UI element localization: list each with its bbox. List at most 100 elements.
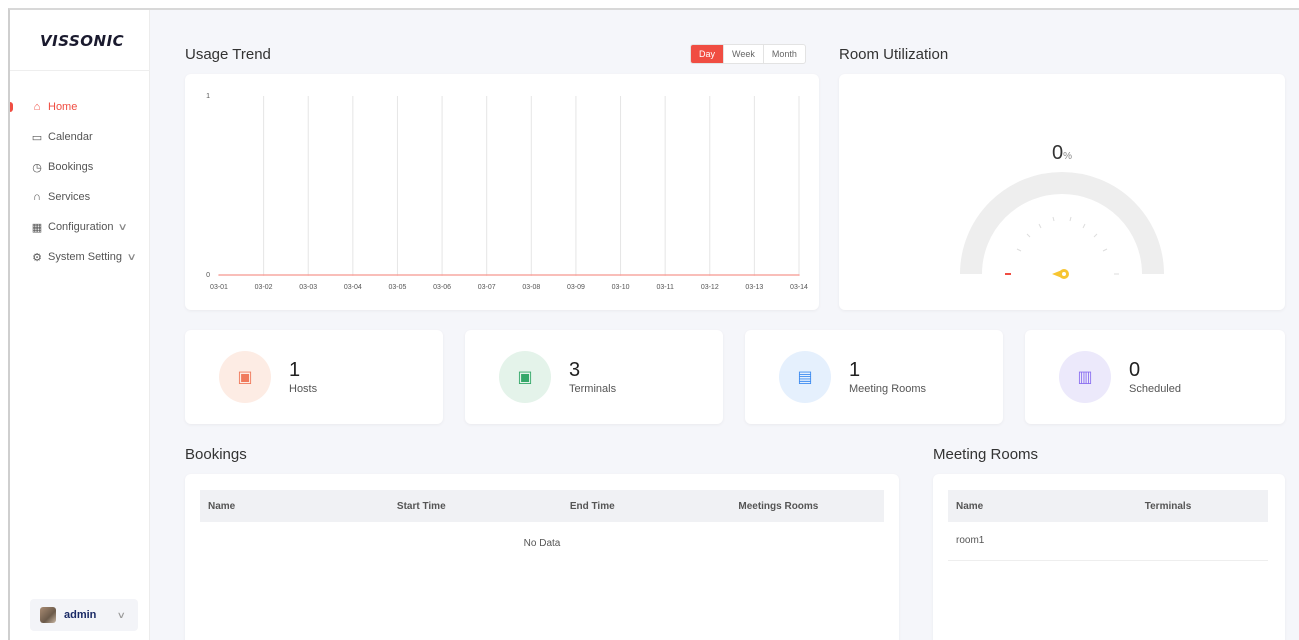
- y-tick-label: 1: [206, 93, 210, 100]
- sidebar-item-services[interactable]: ∩ Services: [10, 182, 150, 212]
- data-point: [441, 274, 443, 276]
- user-name: admin: [64, 609, 97, 621]
- bookings-title: Bookings: [185, 446, 247, 463]
- x-tick-label: 03-13: [745, 284, 763, 291]
- chevron-down-icon: ∨: [117, 609, 127, 620]
- gauge-pointer-icon: [1052, 269, 1069, 279]
- room-utilization-title: Room Utilization: [839, 46, 949, 63]
- chevron-down-icon: ∨: [126, 251, 137, 263]
- x-tick-label: 03-07: [478, 284, 496, 291]
- gauge-ticks: [1016, 216, 1119, 275]
- meeting-room-icon: ▤: [779, 351, 831, 403]
- x-tick-label: 03-11: [656, 284, 673, 291]
- headset-icon: ∩: [33, 191, 41, 203]
- table-header: Name Start Time End Time Meetings Rooms: [200, 490, 884, 522]
- column-header[interactable]: Name: [200, 490, 331, 522]
- data-point: [664, 274, 666, 276]
- range-month-button[interactable]: Month: [762, 45, 805, 63]
- y-tick-label: 0: [206, 272, 210, 279]
- sidebar-item-label: Home: [48, 101, 78, 113]
- x-tick-label: 03-09: [567, 284, 585, 291]
- clock-icon: ◷: [32, 161, 42, 174]
- stat-value: 0: [1129, 359, 1141, 381]
- range-day-button[interactable]: Day: [691, 45, 724, 63]
- range-week-button[interactable]: Week: [723, 45, 763, 63]
- data-point: [530, 274, 533, 276]
- host-monitor-icon: ▣: [219, 351, 271, 403]
- x-tick-label: 03-06: [433, 284, 451, 291]
- stat-label: Terminals: [569, 383, 617, 395]
- x-tick-label: 03-08: [522, 284, 540, 291]
- table-row[interactable]: room1: [948, 522, 1268, 560]
- data-point: [619, 274, 622, 276]
- data-point: [485, 274, 488, 276]
- stat-label: Meeting Rooms: [849, 383, 927, 395]
- home-icon: ⌂: [33, 101, 41, 113]
- app-window: VISSONIC ⌂ Home ▭ Calendar ◷ Bookings ∩ …: [8, 8, 1299, 640]
- x-tick-label: 03-12: [701, 284, 719, 291]
- bookings-card: Name Start Time End Time Meetings Rooms …: [185, 474, 899, 640]
- meeting-rooms-card: Name Terminals room1: [933, 474, 1285, 640]
- utilization-gauge: [960, 172, 1164, 279]
- sidebar-item-label: Bookings: [48, 161, 94, 173]
- sidebar-item-label: Calendar: [48, 131, 93, 143]
- stat-card-hosts[interactable]: ▣ 1 Hosts: [185, 330, 443, 424]
- sidebar-item-bookings[interactable]: ◷ Bookings: [10, 152, 150, 182]
- data-point: [352, 274, 354, 276]
- stat-card-scheduled[interactable]: ▥ 0 Scheduled: [1025, 330, 1285, 424]
- stat-card-meeting-rooms[interactable]: ▤ 1 Meeting Rooms: [745, 330, 1003, 424]
- x-tick-label: 03-01: [210, 284, 228, 291]
- data-point: [396, 274, 399, 276]
- column-header[interactable]: End Time: [512, 490, 673, 522]
- sidebar-nav: ⌂ Home ▭ Calendar ◷ Bookings ∩ Services …: [10, 92, 150, 272]
- data-point: [798, 274, 800, 276]
- x-tick-label: 03-04: [344, 284, 362, 291]
- usage-trend-title: Usage Trend: [185, 46, 271, 63]
- calendar-icon: ▭: [31, 131, 43, 144]
- empty-state: No Data: [523, 538, 561, 549]
- stat-value: 3: [569, 359, 581, 381]
- terminal-monitor-icon: ▣: [499, 351, 551, 403]
- room-name-cell: room1: [956, 535, 985, 547]
- x-tick-label: 03-03: [299, 284, 317, 291]
- sidebar-item-configuration[interactable]: ▦ Configuration ∨: [10, 212, 150, 242]
- usage-trend-card: 0 1 03-01 03-02 03-03 03-04 03-05 03-06 03-07 03-…: [185, 74, 819, 310]
- stat-value: 1: [289, 359, 301, 381]
- column-header[interactable]: Start Time: [331, 490, 512, 522]
- table-header: Name Terminals: [948, 490, 1268, 522]
- data-point: [307, 274, 310, 276]
- building-icon: ▦: [31, 221, 43, 234]
- gauge-track: [960, 172, 1164, 275]
- x-tick-label: 03-10: [612, 284, 630, 291]
- stat-card-terminals[interactable]: ▣ 3 Terminals: [465, 330, 723, 424]
- stat-label: Scheduled: [1129, 383, 1181, 395]
- avatar: [40, 607, 56, 623]
- sidebar-item-label: Configuration: [48, 221, 114, 233]
- sidebar: VISSONIC ⌂ Home ▭ Calendar ◷ Bookings ∩ …: [10, 10, 150, 640]
- divider: [10, 70, 150, 71]
- sidebar-item-calendar[interactable]: ▭ Calendar: [10, 122, 150, 152]
- x-tick-label: 03-05: [389, 284, 407, 291]
- room-terminals-cell: [1068, 522, 1268, 560]
- column-header[interactable]: Terminals: [1068, 490, 1268, 522]
- range-toggle: Day Week Month: [690, 44, 806, 64]
- stat-label: Hosts: [289, 383, 318, 395]
- data-point: [218, 274, 220, 276]
- brand-logo[interactable]: VISSONIC: [40, 32, 124, 50]
- x-tick-label: 03-02: [255, 284, 273, 291]
- sidebar-item-home[interactable]: ⌂ Home: [10, 92, 150, 122]
- stat-value: 1: [849, 359, 861, 381]
- sidebar-item-system-setting[interactable]: ⚙ System Setting ∨: [10, 242, 150, 272]
- user-menu[interactable]: admin ∨: [30, 599, 138, 631]
- sidebar-item-label: System Setting: [48, 251, 122, 263]
- presentation-board-icon: ▥: [1059, 351, 1111, 403]
- bookings-table: Name Start Time End Time Meetings Rooms: [200, 490, 884, 522]
- sidebar-item-label: Services: [48, 191, 91, 203]
- data-point: [575, 274, 577, 276]
- column-header[interactable]: Meetings Rooms: [673, 490, 884, 522]
- column-header[interactable]: Name: [948, 490, 1068, 522]
- chevron-down-icon: ∨: [117, 221, 129, 233]
- settings-icon: ⚙: [32, 251, 42, 264]
- data-point: [753, 274, 756, 276]
- data-point: [262, 274, 265, 276]
